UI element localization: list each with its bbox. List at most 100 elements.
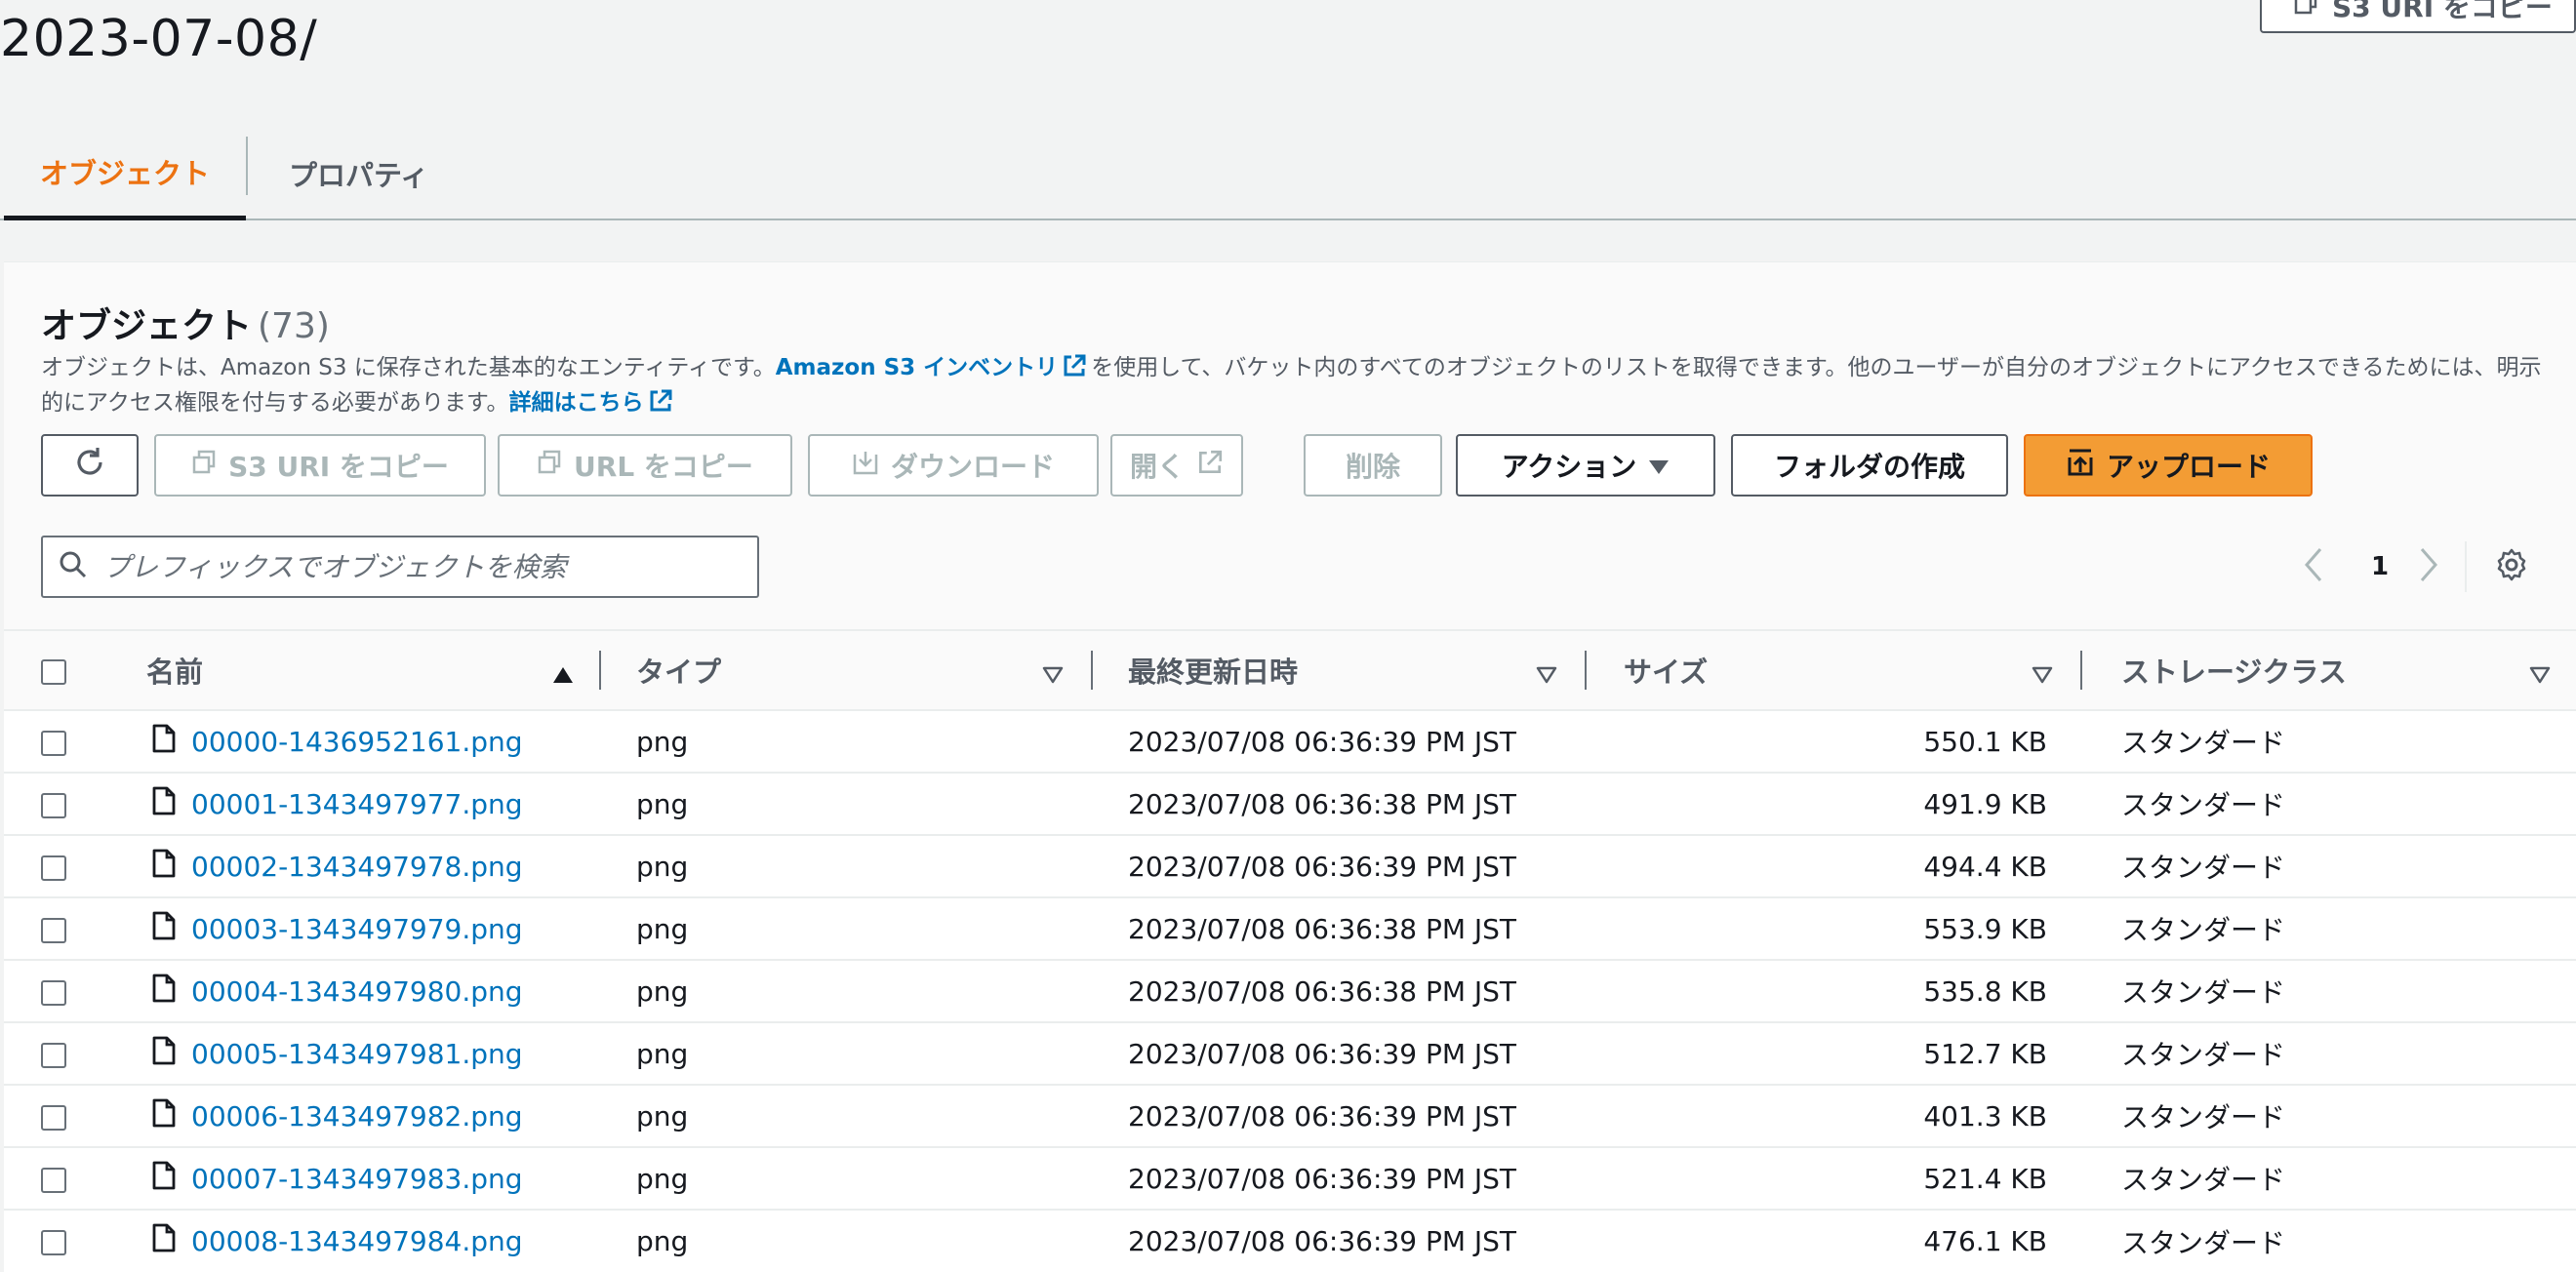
column-header-size[interactable]: サイズ — [1587, 629, 2082, 710]
column-header-type[interactable]: タイプ — [601, 629, 1093, 710]
download-button[interactable]: ダウンロード — [808, 434, 1099, 497]
object-type: png — [636, 1225, 689, 1257]
tab-properties[interactable]: プロパティ — [289, 127, 428, 220]
table-settings-button[interactable] — [2494, 541, 2529, 592]
previous-page-button[interactable] — [2301, 541, 2326, 592]
objects-table: 名前 タイプ 最終更新日時 サイズ ストレージクラス 00000-1436952… — [4, 629, 2576, 1272]
object-storage-class: スタンダード — [2121, 914, 2286, 946]
copy-icon — [191, 450, 217, 482]
create-folder-button[interactable]: フォルダの作成 — [1731, 434, 2008, 497]
sort-icon — [1042, 658, 1064, 692]
row-checkbox[interactable] — [41, 1230, 66, 1255]
object-modified: 2023/07/08 06:36:39 PM JST — [1128, 1162, 1517, 1195]
select-all-checkbox[interactable] — [41, 659, 66, 685]
refresh-icon — [72, 445, 107, 487]
object-type: png — [636, 912, 689, 945]
search-input[interactable] — [101, 549, 740, 584]
object-name-link[interactable]: 00006-1343497982.png — [191, 1100, 523, 1133]
row-checkbox[interactable] — [41, 1104, 66, 1131]
file-icon — [152, 1161, 176, 1197]
column-header-label: サイズ — [1624, 656, 1709, 689]
search-box — [41, 536, 759, 598]
chevron-left-icon — [2301, 545, 2326, 588]
tab-bar: オブジェクト プロパティ — [0, 127, 2576, 220]
column-header-name[interactable]: 名前 — [92, 629, 601, 710]
objects-panel: オブジェクト (73) オブジェクトは、Amazon S3 に保存された基本的なエ… — [4, 261, 2576, 1272]
objects-heading-label: オブジェクト — [41, 306, 253, 346]
row-checkbox[interactable] — [41, 1042, 66, 1068]
open-button[interactable]: 開く — [1110, 434, 1243, 497]
row-checkbox[interactable] — [41, 917, 66, 943]
row-checkbox[interactable] — [41, 979, 66, 1006]
object-size: 512.7 KB — [1923, 1037, 2047, 1070]
object-type: png — [636, 725, 689, 758]
delete-button[interactable]: 削除 — [1304, 434, 1442, 497]
caret-down-icon — [1648, 450, 1670, 482]
chevron-right-icon — [2416, 545, 2441, 588]
column-header-modified[interactable]: 最終更新日時 — [1093, 629, 1587, 710]
row-checkbox[interactable] — [41, 730, 66, 756]
object-size: 401.3 KB — [1923, 1099, 2047, 1133]
object-size: 553.9 KB — [1923, 912, 2047, 945]
download-icon — [852, 449, 879, 483]
upload-button[interactable]: アップロード — [2024, 434, 2313, 497]
object-modified: 2023/07/08 06:36:39 PM JST — [1128, 1225, 1517, 1257]
row-checkbox[interactable] — [41, 1167, 66, 1193]
copy-s3-uri-label: S3 URI をコピー — [228, 451, 449, 483]
copy-s3-uri-top-button[interactable]: S3 URI をコピー — [2260, 0, 2576, 33]
object-type: png — [636, 1037, 689, 1070]
row-checkbox[interactable] — [41, 855, 66, 881]
copy-s3-uri-button[interactable]: S3 URI をコピー — [154, 434, 486, 497]
file-icon — [152, 786, 176, 822]
actions-dropdown[interactable]: アクション — [1456, 434, 1715, 497]
file-icon — [152, 1036, 176, 1072]
sort-icon — [2032, 658, 2053, 692]
object-name-link[interactable]: 00001-1343497977.png — [191, 788, 523, 820]
object-storage-class: スタンダード — [2121, 789, 2286, 821]
object-storage-class: スタンダード — [2121, 976, 2286, 1009]
file-icon — [152, 724, 176, 760]
row-checkbox[interactable] — [41, 792, 66, 818]
search-icon — [59, 550, 88, 583]
object-name-link[interactable]: 00000-1436952161.png — [191, 726, 523, 758]
objects-count: (73) — [258, 306, 330, 346]
copy-s3-uri-top-label: S3 URI をコピー — [2332, 0, 2553, 23]
external-link-icon — [1196, 449, 1224, 483]
object-type: png — [636, 787, 689, 820]
next-page-button[interactable] — [2416, 541, 2441, 592]
file-icon — [152, 1223, 176, 1259]
object-name-link[interactable]: 00007-1343497983.png — [191, 1163, 523, 1195]
page-number[interactable]: 1 — [2371, 541, 2389, 592]
table-header-row: 名前 タイプ 最終更新日時 サイズ ストレージクラス — [4, 629, 2576, 710]
inventory-link[interactable]: Amazon S3 インベントリ — [776, 355, 1058, 380]
copy-icon — [537, 450, 562, 482]
details-link[interactable]: 詳細はこちら — [509, 390, 644, 416]
create-folder-label: フォルダの作成 — [1773, 451, 1965, 483]
tab-objects[interactable]: オブジェクト — [4, 127, 246, 220]
column-header-storage-class[interactable]: ストレージクラス — [2082, 629, 2576, 710]
object-storage-class: スタンダード — [2121, 1164, 2286, 1196]
table-row: 00006-1343497982.png png 2023/07/08 06:3… — [4, 1085, 2576, 1147]
copy-icon — [2293, 0, 2318, 22]
download-label: ダウンロード — [890, 451, 1055, 483]
copy-url-label: URL をコピー — [574, 451, 753, 483]
table-row: 00004-1343497980.png png 2023/07/08 06:3… — [4, 960, 2576, 1022]
table-row: 00005-1343497981.png png 2023/07/08 06:3… — [4, 1022, 2576, 1085]
object-size: 535.8 KB — [1923, 974, 2047, 1008]
pager-divider — [2465, 541, 2467, 592]
object-name-link[interactable]: 00005-1343497981.png — [191, 1038, 523, 1070]
object-modified: 2023/07/08 06:36:39 PM JST — [1128, 1037, 1517, 1070]
object-name-link[interactable]: 00003-1343497979.png — [191, 913, 523, 945]
object-name-link[interactable]: 00008-1343497984.png — [191, 1225, 523, 1257]
tab-divider — [246, 137, 248, 195]
object-storage-class: スタンダード — [2121, 1101, 2286, 1133]
object-name-link[interactable]: 00004-1343497980.png — [191, 975, 523, 1008]
table-row: 00003-1343497979.png png 2023/07/08 06:3… — [4, 897, 2576, 960]
object-size: 494.4 KB — [1923, 850, 2047, 883]
upload-icon — [2066, 448, 2095, 484]
file-icon — [152, 1098, 176, 1134]
refresh-button[interactable] — [41, 434, 139, 497]
object-name-link[interactable]: 00002-1343497978.png — [191, 851, 523, 883]
object-type: png — [636, 850, 689, 883]
copy-url-button[interactable]: URL をコピー — [498, 434, 792, 497]
